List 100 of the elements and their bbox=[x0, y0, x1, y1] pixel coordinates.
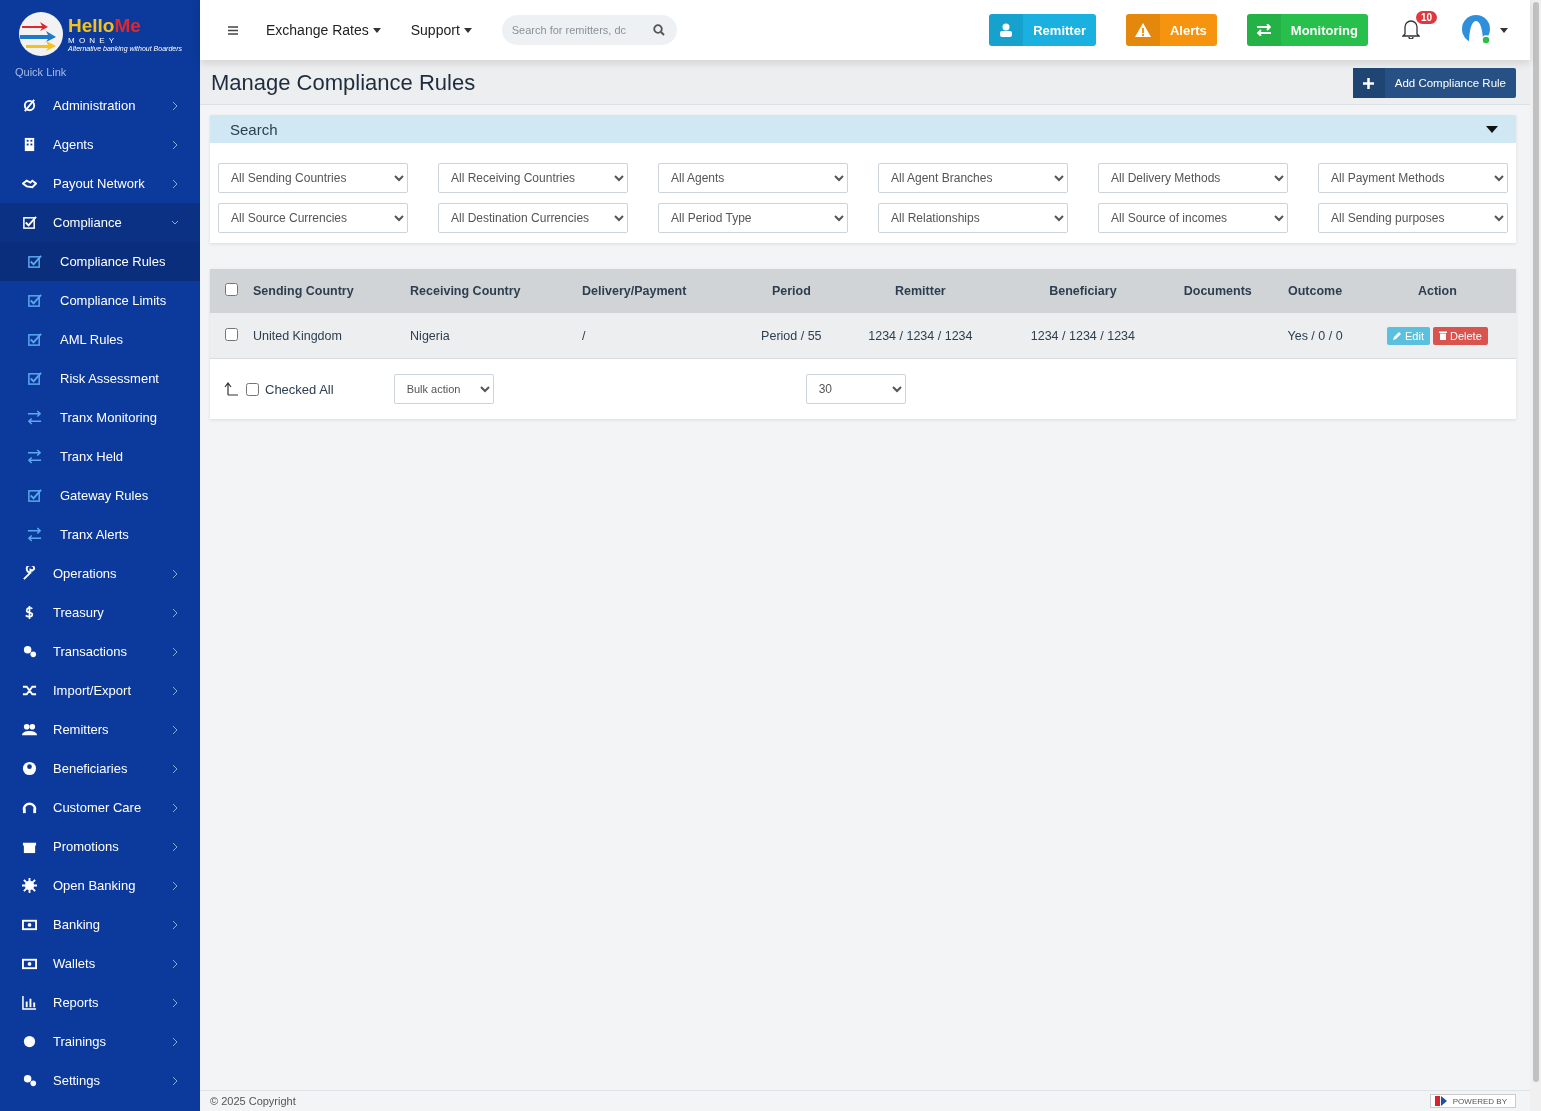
chevron-icon bbox=[172, 841, 178, 852]
sidebar-item[interactable]: Import/Export bbox=[0, 671, 200, 710]
column-header: Receiving Country bbox=[409, 269, 582, 313]
banknote-icon bbox=[22, 917, 37, 932]
chevron-icon bbox=[172, 607, 178, 618]
filter-dropdown[interactable]: All Destination Currencies bbox=[438, 203, 628, 233]
page-size-dropdown[interactable]: 30 bbox=[805, 374, 906, 404]
nav-menu[interactable]: Exchange Rates bbox=[266, 22, 381, 38]
caret-icon[interactable] bbox=[372, 27, 381, 33]
search-icon[interactable] bbox=[652, 24, 665, 36]
exchange-icon bbox=[27, 449, 42, 464]
caret-icon[interactable] bbox=[1500, 27, 1508, 33]
sidebar-item[interactable]: Reports bbox=[0, 983, 200, 1022]
chevron-icon bbox=[172, 919, 178, 930]
filter-dropdown[interactable]: All Payment Methods bbox=[1318, 163, 1508, 193]
bar-chart-icon bbox=[22, 995, 37, 1010]
table-cell: Yes / 0 / 0 bbox=[1287, 328, 1343, 343]
filter-dropdown[interactable]: All Agents bbox=[658, 163, 848, 193]
avatar-icon[interactable] bbox=[1462, 15, 1492, 45]
nav-menu[interactable]: Support bbox=[410, 22, 472, 38]
user-icon bbox=[1000, 23, 1013, 37]
shuffle-icon bbox=[22, 683, 37, 698]
users-icon bbox=[22, 722, 37, 737]
sidebar-item[interactable]: Operations bbox=[0, 554, 200, 593]
sidebar-item[interactable]: Open Banking bbox=[0, 866, 200, 905]
column-header: Period bbox=[743, 269, 840, 313]
user-circle-icon bbox=[22, 761, 37, 776]
table-cell: Nigeria bbox=[410, 328, 450, 343]
table-cell: United Kingdom bbox=[253, 328, 342, 343]
checkbox-icon bbox=[27, 488, 42, 503]
checkbox-icon bbox=[27, 332, 42, 347]
filter-dropdown[interactable]: All Source of incomes bbox=[1098, 203, 1288, 233]
filter-dropdown[interactable]: All Source Currencies bbox=[218, 203, 408, 233]
filter-dropdown[interactable]: All Relationships bbox=[878, 203, 1068, 233]
filter-dropdown[interactable]: All Agent Branches bbox=[878, 163, 1068, 193]
chevron-icon bbox=[172, 997, 178, 1008]
sidebar-item[interactable]: Agents bbox=[0, 125, 200, 164]
row-checkbox[interactable] bbox=[224, 327, 238, 341]
select-all-checkbox[interactable] bbox=[224, 283, 238, 296]
column-header: Delivery/Payment bbox=[581, 269, 744, 313]
search-field[interactable]: Search for remitters, dc bbox=[501, 15, 677, 45]
checkbox-icon bbox=[27, 254, 42, 269]
chevron-icon bbox=[172, 568, 178, 579]
table-cell: 1234 / 1234 / 1234 bbox=[1030, 328, 1136, 343]
sidebar-item[interactable]: Customer Care bbox=[0, 788, 200, 827]
plus-icon bbox=[1363, 77, 1375, 89]
column-header: Outcome bbox=[1271, 269, 1359, 313]
sidebar-item[interactable]: Promotions bbox=[0, 827, 200, 866]
sidebar-item[interactable]: Administration bbox=[0, 86, 200, 125]
bell-icon[interactable] bbox=[1402, 19, 1420, 39]
sidebar-item[interactable]: Wallets bbox=[0, 944, 200, 983]
menu-icon[interactable] bbox=[228, 25, 238, 35]
sidebar-heading: Quick Link bbox=[14, 65, 68, 80]
sidebar-item[interactable]: Settings bbox=[0, 1061, 200, 1100]
sidebar-item[interactable]: Treasury bbox=[0, 593, 200, 632]
chevron-icon bbox=[172, 178, 178, 189]
copyright-text: © 2025 Copyright bbox=[210, 1095, 296, 1107]
sidebar-item[interactable]: Transactions bbox=[0, 632, 200, 671]
chevron-icon bbox=[172, 880, 178, 891]
checkbox-icon bbox=[27, 293, 42, 308]
chevron-icon bbox=[172, 1036, 178, 1047]
filter-dropdown[interactable]: All Delivery Methods bbox=[1098, 163, 1288, 193]
add-rule-button[interactable]: Add Compliance Rule bbox=[1352, 68, 1516, 98]
column-header: Action bbox=[1358, 269, 1516, 313]
column-header: Beneficiary bbox=[1001, 269, 1165, 313]
powered-by-badge: POWERED BY bbox=[1429, 1094, 1516, 1108]
bulk-action-dropdown[interactable]: Bulk action bbox=[393, 374, 494, 404]
caret-icon[interactable] bbox=[1486, 125, 1498, 133]
exchange-icon bbox=[1255, 24, 1272, 36]
checkbox-icon bbox=[22, 215, 37, 230]
sidebar-item[interactable]: Banking bbox=[0, 905, 200, 944]
delete-button[interactable]: Delete bbox=[1432, 326, 1488, 345]
checkbox-icon bbox=[27, 371, 42, 386]
corner-arrow-icon bbox=[224, 382, 238, 396]
table-cell: / bbox=[582, 328, 586, 343]
brand-mark-icon bbox=[1434, 1096, 1447, 1106]
checked-all-checkbox[interactable] bbox=[246, 382, 259, 396]
filter-dropdown[interactable]: All Sending Countries bbox=[218, 163, 408, 193]
search-panel-header[interactable]: Search bbox=[210, 115, 1516, 143]
gear-icon bbox=[22, 878, 37, 893]
caret-icon[interactable] bbox=[463, 27, 472, 33]
filter-dropdown[interactable]: All Period Type bbox=[658, 203, 848, 233]
sidebar-item[interactable]: Compliance bbox=[0, 203, 200, 242]
sidebar-item[interactable]: Trainings bbox=[0, 1022, 200, 1061]
pencil-icon bbox=[1393, 331, 1402, 340]
sidebar-item[interactable]: Remitters bbox=[0, 710, 200, 749]
sidebar-subitem[interactable]: Compliance Rules bbox=[0, 242, 200, 281]
chevron-icon bbox=[172, 763, 178, 774]
chevron-icon bbox=[172, 139, 178, 150]
warning-icon bbox=[1135, 23, 1151, 37]
filter-dropdown[interactable]: All Sending purposes bbox=[1318, 203, 1508, 233]
scrollbar[interactable] bbox=[1532, 2, 1539, 1082]
sidebar-item[interactable]: Beneficiaries bbox=[0, 749, 200, 788]
chevron-icon bbox=[172, 685, 178, 696]
sidebar-item[interactable]: Payout Network bbox=[0, 164, 200, 203]
table-cell: Period / 55 bbox=[761, 328, 822, 343]
filter-dropdown[interactable]: All Receiving Countries bbox=[438, 163, 628, 193]
building-icon bbox=[22, 137, 37, 152]
page-title: Manage Compliance Rules bbox=[211, 70, 476, 96]
chevron-icon bbox=[172, 100, 178, 111]
